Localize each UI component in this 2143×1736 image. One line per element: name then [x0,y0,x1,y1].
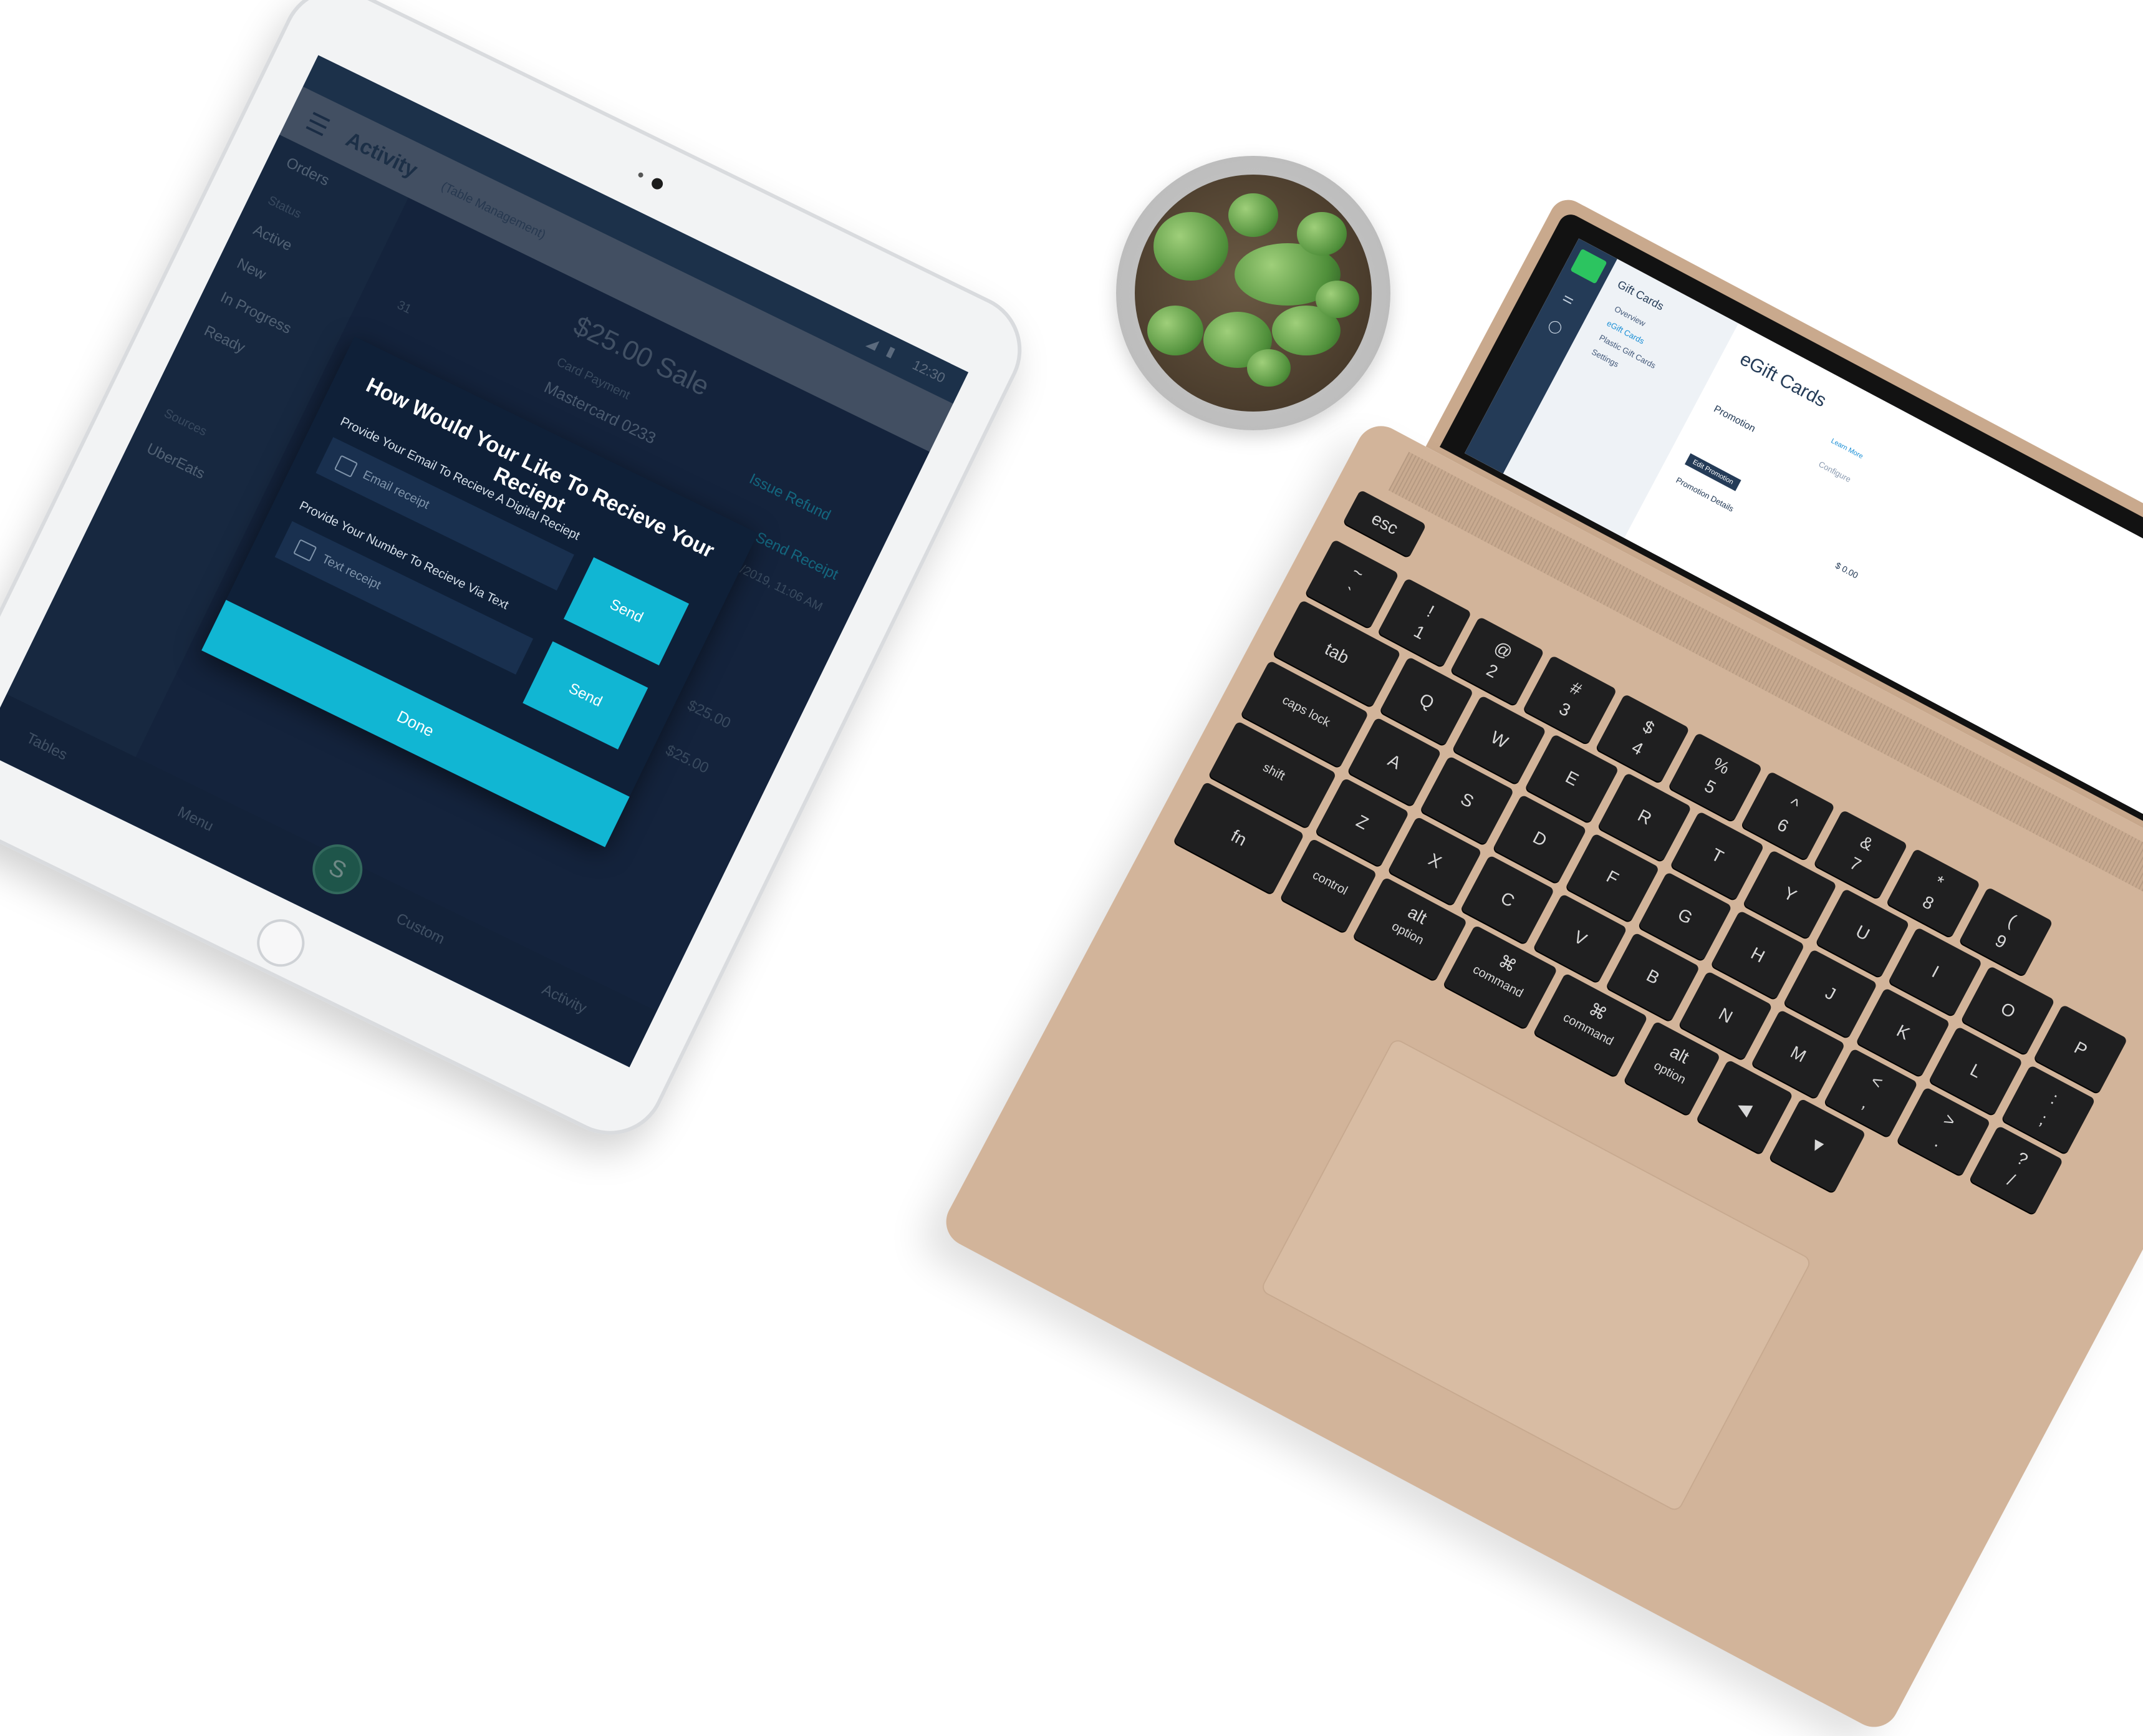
key-label: fn [1228,826,1250,850]
key-label: W [1487,727,1511,753]
key-label: Z [1353,811,1372,834]
key-label: H [1748,943,1768,967]
key-label: L [1967,1059,1985,1082]
price-value: $ 0.00 [1834,560,1861,581]
front-camera [650,176,665,191]
key-label: C [1497,887,1518,911]
key-label: O [1997,998,2019,1022]
key-label: Q [1416,689,1438,713]
email-send-button[interactable]: Send [564,557,690,666]
email-icon [334,455,359,478]
key-label: U [1852,921,1873,945]
phone-icon [293,539,317,562]
key-label: T [1708,844,1727,867]
key-label: J [1822,983,1839,1005]
key-label: P [2071,1037,2091,1061]
key-label: Y [1780,882,1800,906]
email-placeholder: Email receipt [360,468,432,512]
learn-more-link[interactable]: Learn More [1830,437,1864,460]
configure-tab[interactable]: Configure [1817,460,1852,485]
key-label: X [1425,849,1445,872]
tablet-screen: 12:30 ▮ ◢ ☰ Activity (Table Management) … [0,55,969,1068]
promotion-heading: Promotion [1712,403,1757,435]
sliders-icon[interactable]: ⚌ [1560,289,1577,307]
key-label: R [1634,805,1655,829]
key-label: ▼ [1805,1132,1830,1159]
home-button[interactable] [249,911,313,975]
chat-icon[interactable]: ◯ [1546,316,1566,337]
key-label: V [1571,927,1591,950]
phone-placeholder: Text receipt [319,552,383,592]
key-label: B [1643,965,1663,988]
key-label: N [1715,1003,1736,1027]
app-logo-icon[interactable] [1570,248,1607,284]
key-label: D [1529,827,1550,851]
key-label: G [1674,904,1696,928]
key-label: E [1562,767,1582,790]
key-label: K [1893,1021,1913,1044]
key-label: ◀ [1734,1096,1755,1119]
key-label: M [1787,1042,1809,1066]
key-label: control [1310,868,1350,898]
camera-sensor [637,171,644,178]
phone-send-button[interactable]: Send [523,641,648,750]
key-label: S [1457,789,1477,812]
key-label: A [1385,750,1405,773]
key-label: I [1929,962,1942,981]
key-label: F [1603,866,1622,889]
